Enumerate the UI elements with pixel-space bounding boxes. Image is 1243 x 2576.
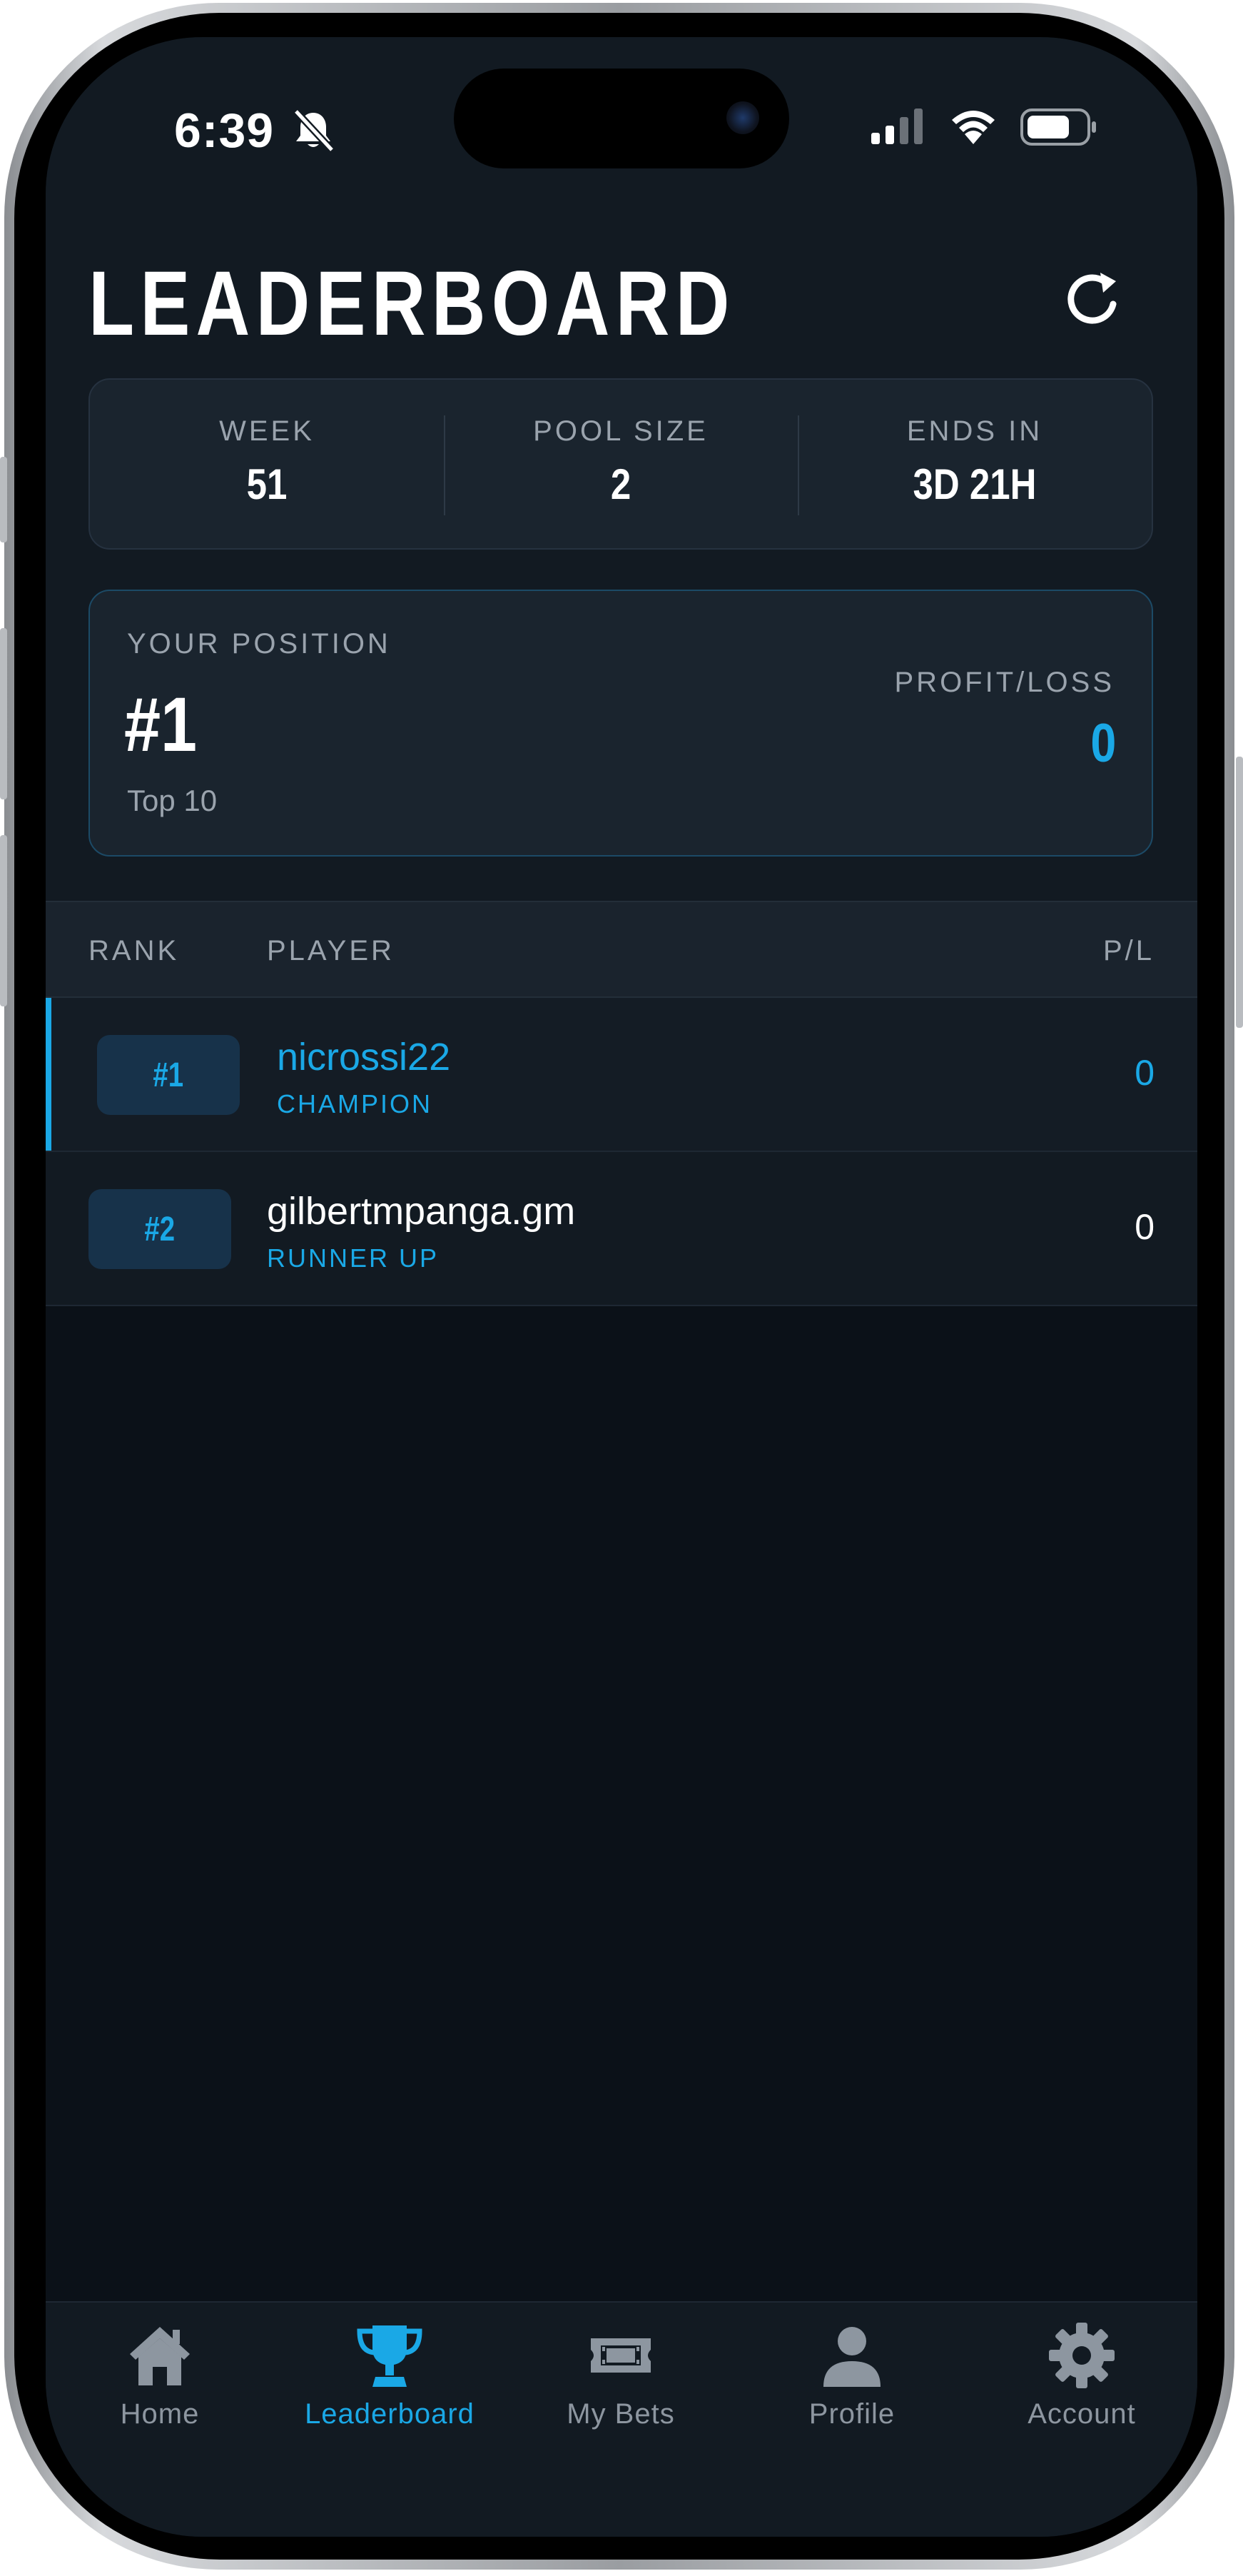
column-header-pl: P/L bbox=[1102, 935, 1155, 966]
stat-label: WEEK bbox=[219, 415, 315, 447]
app-screen: 6:39 LEADERBOARD WEEK 51 POOL SIZE 2 END… bbox=[46, 37, 1197, 2537]
camera-icon bbox=[726, 101, 759, 134]
stat-label: ENDS IN bbox=[906, 415, 1043, 447]
tab-home[interactable]: Home bbox=[53, 2320, 267, 2463]
rank-badge: #1 bbox=[97, 1035, 240, 1115]
tab-leaderboard[interactable]: Leaderboard bbox=[283, 2320, 497, 2463]
power-button bbox=[1236, 757, 1243, 1028]
tab-account[interactable]: Account bbox=[975, 2320, 1189, 2463]
mute-switch bbox=[0, 457, 7, 542]
stat-week: WEEK 51 bbox=[90, 380, 444, 548]
refresh-icon[interactable] bbox=[1059, 264, 1130, 335]
ticket-icon bbox=[591, 2338, 651, 2373]
player-pl: 0 bbox=[1135, 1053, 1155, 1093]
profit-loss-value: 0 bbox=[1090, 713, 1116, 774]
gear-icon bbox=[1049, 2323, 1115, 2388]
table-row[interactable]: #2 gilbertmpanga.gm RUNNER UP 0 bbox=[46, 1152, 1197, 1306]
person-icon bbox=[823, 2327, 881, 2387]
rank-badge: #2 bbox=[88, 1189, 231, 1269]
rank-badge-text: #1 bbox=[153, 1056, 184, 1094]
player-pl: 0 bbox=[1135, 1207, 1155, 1247]
stat-value: 3D 21H bbox=[913, 460, 1037, 508]
battery-icon bbox=[1020, 108, 1096, 146]
player-name: nicrossi22 bbox=[277, 1036, 451, 1079]
tab-label: My Bets bbox=[567, 2398, 675, 2430]
phone-device: 6:39 LEADERBOARD WEEK 51 POOL SIZE 2 END… bbox=[0, 0, 1243, 2576]
leaderboard-table-header: RANK PLAYER P/L bbox=[46, 901, 1197, 998]
column-header-player: PLAYER bbox=[267, 935, 395, 966]
player-tag: CHAMPION bbox=[277, 1089, 433, 1118]
rank-badge-text: #2 bbox=[144, 1210, 176, 1248]
page-title: LEADERBOARD bbox=[88, 253, 736, 355]
dynamic-island bbox=[454, 69, 789, 168]
trophy-icon bbox=[357, 2325, 422, 2387]
volume-down-button bbox=[0, 835, 7, 1006]
status-time: 6:39 bbox=[174, 103, 275, 158]
tab-label: Home bbox=[120, 2398, 200, 2430]
tab-my-bets[interactable]: My Bets bbox=[514, 2320, 728, 2463]
pool-stats-card: WEEK 51 POOL SIZE 2 ENDS IN 3D 21H bbox=[88, 378, 1153, 550]
wifi-icon bbox=[952, 111, 995, 144]
profit-loss-label: PROFIT/LOSS bbox=[894, 667, 1115, 698]
tab-label: Leaderboard bbox=[305, 2398, 475, 2430]
bell-slash-icon bbox=[293, 108, 335, 153]
home-icon bbox=[130, 2327, 190, 2385]
your-position-card: YOUR POSITION #1 Top 10 PROFIT/LOSS 0 bbox=[88, 590, 1153, 857]
volume-up-button bbox=[0, 628, 7, 799]
player-name: gilbertmpanga.gm bbox=[267, 1190, 576, 1233]
stat-value: 2 bbox=[610, 460, 631, 508]
active-row-indicator bbox=[46, 998, 51, 1151]
player-tag: RUNNER UP bbox=[267, 1243, 440, 1273]
bottom-tab-bar: Home Leaderboard My Bets Profile Account bbox=[46, 2301, 1197, 2537]
tab-label: Account bbox=[1028, 2398, 1136, 2430]
stat-label: POOL SIZE bbox=[533, 415, 709, 447]
position-label: YOUR POSITION bbox=[127, 628, 391, 660]
stat-ends-in: ENDS IN 3D 21H bbox=[798, 380, 1152, 548]
position-subtitle: Top 10 bbox=[127, 784, 218, 817]
stat-pool-size: POOL SIZE 2 bbox=[444, 380, 798, 548]
position-rank: #1 bbox=[124, 681, 198, 767]
tab-label: Profile bbox=[808, 2398, 896, 2430]
table-row[interactable]: #1 nicrossi22 CHAMPION 0 bbox=[46, 998, 1197, 1152]
stat-value: 51 bbox=[246, 460, 288, 508]
column-header-rank: RANK bbox=[88, 935, 180, 966]
cellular-signal-icon bbox=[871, 108, 923, 144]
tab-profile[interactable]: Profile bbox=[745, 2320, 959, 2463]
